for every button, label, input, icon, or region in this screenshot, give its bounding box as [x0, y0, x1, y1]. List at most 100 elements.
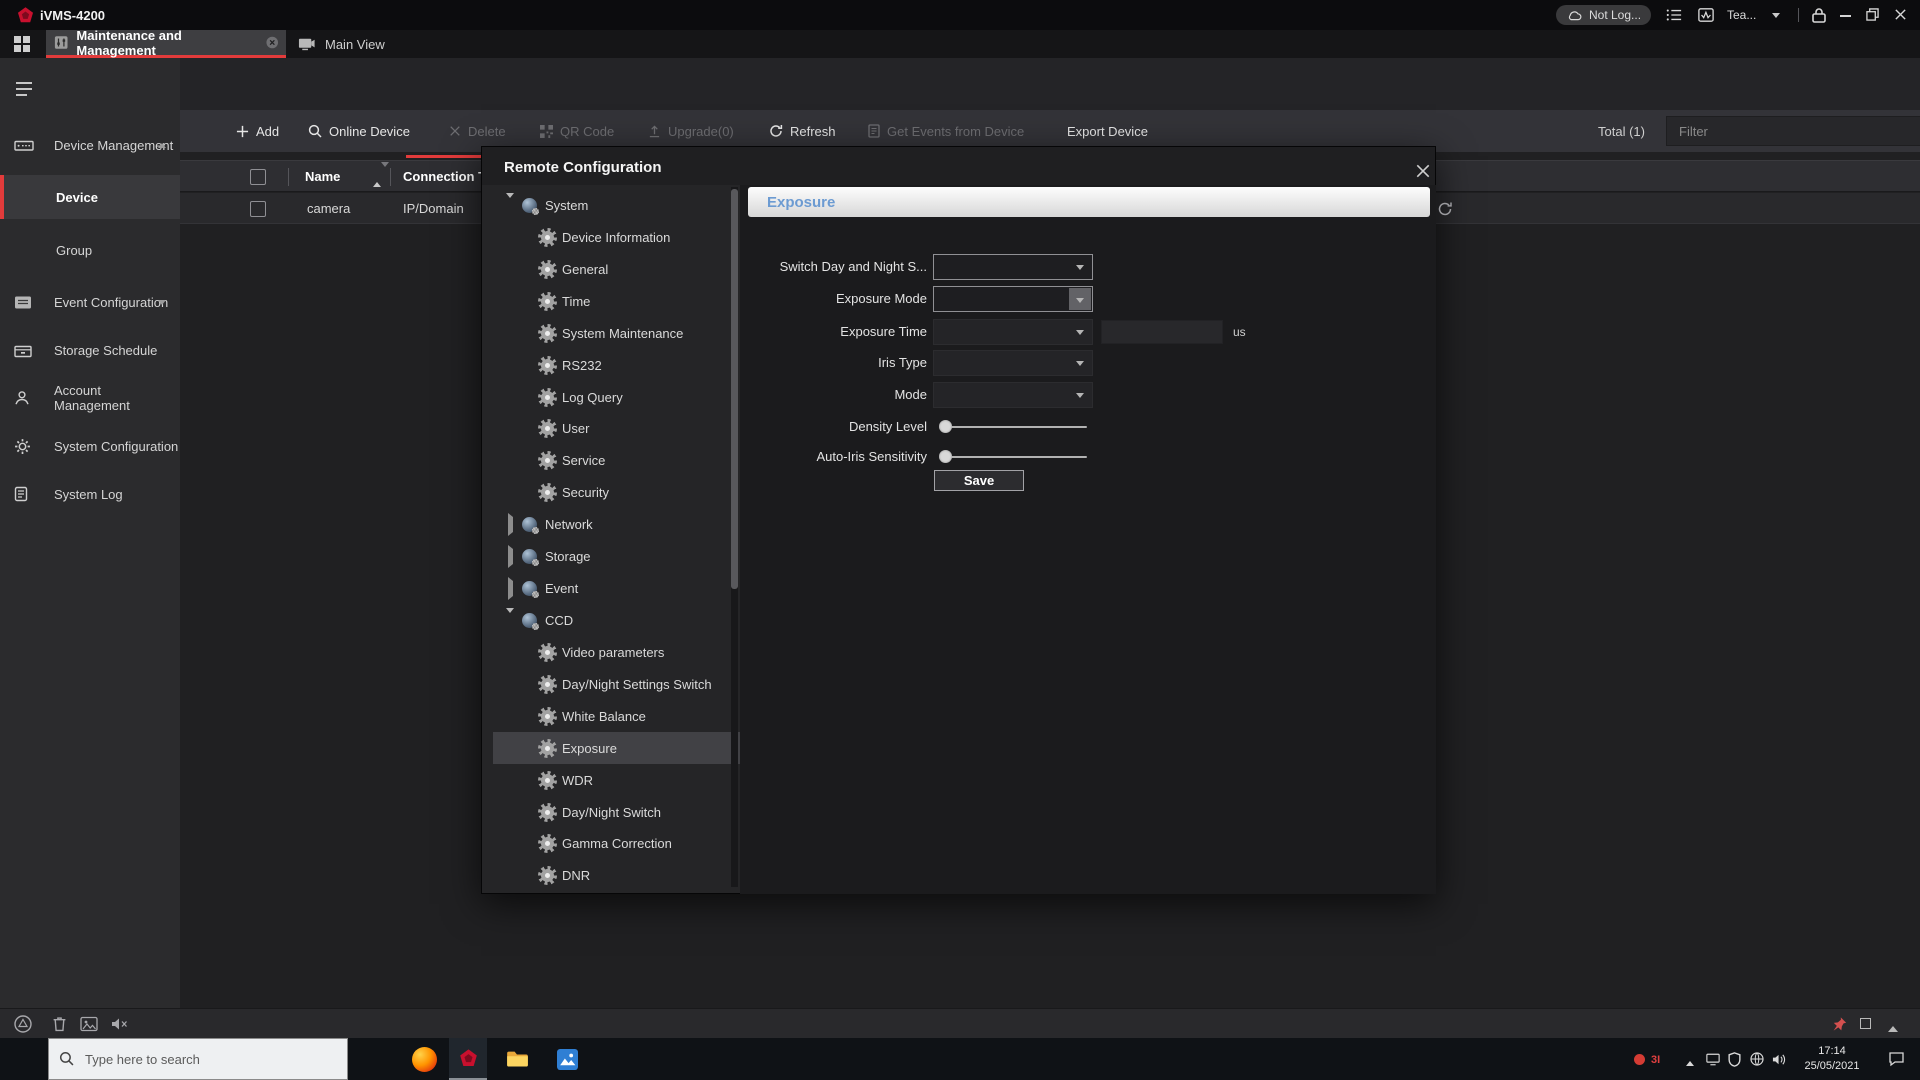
action-center-icon[interactable]: [1888, 1051, 1905, 1067]
window-mode-icon[interactable]: [1860, 1018, 1871, 1029]
select-all-checkbox[interactable]: [250, 169, 266, 185]
tab-label: Maintenance and Management: [76, 28, 257, 58]
button-label: Upgrade(0): [668, 124, 734, 139]
tab-close-icon[interactable]: [266, 36, 278, 49]
user-menu-caret-icon[interactable]: [1772, 13, 1780, 22]
sidebar-item-system-configuration[interactable]: System Configuration: [0, 424, 180, 468]
mode-dropdown[interactable]: [933, 382, 1093, 408]
exposure-time-input[interactable]: [1101, 320, 1223, 344]
gear-icon: [541, 263, 554, 276]
sidebar-item-device-management[interactable]: Device Management: [0, 123, 180, 167]
tab-label: Main View: [325, 37, 385, 52]
tree-item-system[interactable]: System: [493, 189, 725, 221]
app-logo-icon: [16, 6, 35, 25]
slider-thumb[interactable]: [939, 450, 952, 463]
navigation-sidebar: Device Management Device Group Event Con…: [0, 58, 180, 1008]
tray-network-icon[interactable]: [1750, 1052, 1764, 1066]
taskbar-ivms-icon[interactable]: [449, 1038, 487, 1080]
row-checkbox[interactable]: [250, 201, 266, 217]
save-button[interactable]: Save: [934, 470, 1024, 491]
titlebar-divider: [1798, 8, 1799, 22]
sidebar-item-device[interactable]: Device: [0, 175, 180, 219]
dialog-close-icon[interactable]: [1415, 163, 1431, 179]
ivms-application-window: iVMS-4200 Not Log... Tea...: [0, 0, 1920, 1080]
pin-icon[interactable]: [1832, 1015, 1847, 1033]
switch-day-night-dropdown[interactable]: [933, 254, 1093, 280]
modules-grid-icon[interactable]: [14, 36, 30, 52]
exposure-time-dropdown[interactable]: [933, 319, 1093, 345]
tray-alarm-icon[interactable]: [1634, 1054, 1645, 1065]
exposure-time-unit: us: [1233, 325, 1246, 339]
gear-icon: [541, 678, 554, 691]
sort-arrows-icon[interactable]: [373, 167, 389, 182]
user-menu-label[interactable]: Tea...: [1727, 8, 1756, 22]
collapse-sidebar-icon[interactable]: [16, 82, 32, 100]
density-level-slider[interactable]: [939, 420, 1089, 433]
sidebar-item-storage-schedule[interactable]: Storage Schedule: [0, 328, 180, 372]
category-icon: [522, 549, 537, 564]
task-list-icon[interactable]: [1666, 7, 1682, 23]
tray-show-hidden-icons[interactable]: [1686, 1057, 1694, 1066]
tree-item-network[interactable]: Network: [493, 508, 725, 540]
sidebar-item-group[interactable]: Group: [0, 228, 180, 272]
close-button[interactable]: [1894, 8, 1907, 21]
sidebar-item-label: Device: [56, 190, 98, 205]
tray-monitor-icon[interactable]: [1706, 1053, 1720, 1066]
slider-thumb[interactable]: [939, 420, 952, 433]
sidebar-item-system-log[interactable]: System Log: [0, 472, 180, 516]
chevron-down-icon: [1076, 298, 1084, 307]
minimize-button[interactable]: [1840, 15, 1851, 17]
expand-statusbar-icon[interactable]: [1888, 1021, 1898, 1032]
sidebar-item-label: Account Management: [54, 383, 180, 413]
button-label: Export Device: [1067, 124, 1148, 139]
taskbar-clock[interactable]: 17:14 25/05/2021: [1796, 1044, 1868, 1074]
online-device-button[interactable]: Online Device: [308, 110, 410, 152]
tray-speaker-icon[interactable]: [1772, 1053, 1787, 1066]
auto-iris-sensitivity-slider[interactable]: [939, 450, 1089, 463]
image-capture-icon[interactable]: [80, 1015, 98, 1033]
add-button[interactable]: Add: [236, 110, 279, 152]
taskbar-search-icon: [59, 1051, 74, 1066]
tab-maintenance-and-management[interactable]: Maintenance and Management: [46, 30, 286, 58]
chevron-up-icon: [158, 139, 166, 148]
tree-item-storage[interactable]: Storage: [493, 540, 725, 572]
dropdown-button[interactable]: [1069, 288, 1091, 310]
sidebar-item-label: Event Configuration: [54, 295, 168, 310]
health-monitor-icon[interactable]: [1698, 7, 1714, 23]
sidebar-item-account-management[interactable]: Account Management: [0, 376, 180, 420]
tree-item-event[interactable]: Event: [493, 572, 725, 604]
category-icon: [522, 613, 537, 628]
system-log-icon: [14, 486, 28, 502]
tree-item-ccd[interactable]: CCD: [493, 604, 725, 636]
sidebar-item-label: Device Management: [54, 138, 173, 153]
taskbar-search-input[interactable]: [48, 1038, 348, 1080]
trash-icon[interactable]: [52, 1015, 67, 1033]
row-operation-refresh-icon[interactable]: [1437, 201, 1453, 217]
restore-button[interactable]: [1866, 8, 1879, 21]
gear-icon: [541, 454, 554, 467]
iris-type-dropdown[interactable]: [933, 350, 1093, 376]
lock-icon[interactable]: [1812, 7, 1826, 23]
taskbar-firefox-icon[interactable]: [412, 1047, 437, 1072]
tab-main-view[interactable]: Main View: [298, 30, 385, 58]
taskbar-file-explorer-icon[interactable]: [506, 1049, 529, 1068]
column-header-name[interactable]: Name: [305, 169, 340, 184]
filter-input[interactable]: [1666, 116, 1920, 146]
tray-shield-icon[interactable]: [1728, 1052, 1741, 1067]
storage-schedule-icon: [14, 343, 32, 358]
cell-connection-type: IP/Domain: [403, 201, 464, 216]
title-bar: iVMS-4200 Not Log... Tea...: [0, 0, 1920, 30]
tray-badge-label: 3I: [1651, 1054, 1660, 1066]
sidebar-item-event-configuration[interactable]: Event Configuration: [0, 280, 180, 324]
gear-icon: [541, 646, 554, 659]
event-configuration-icon: [14, 295, 32, 310]
exposure-panel-header: Exposure: [748, 187, 1430, 217]
alarm-event-icon[interactable]: [14, 1015, 32, 1033]
device-page-tab-strip: Device: [180, 58, 1920, 110]
mute-speaker-icon[interactable]: [110, 1015, 128, 1033]
login-status-badge[interactable]: Not Log...: [1556, 5, 1651, 25]
panel-header-label: Exposure: [767, 194, 835, 211]
exposure-mode-dropdown[interactable]: [933, 286, 1093, 312]
taskbar-photos-app-icon[interactable]: [557, 1049, 578, 1070]
cloud-icon: [1566, 9, 1583, 21]
